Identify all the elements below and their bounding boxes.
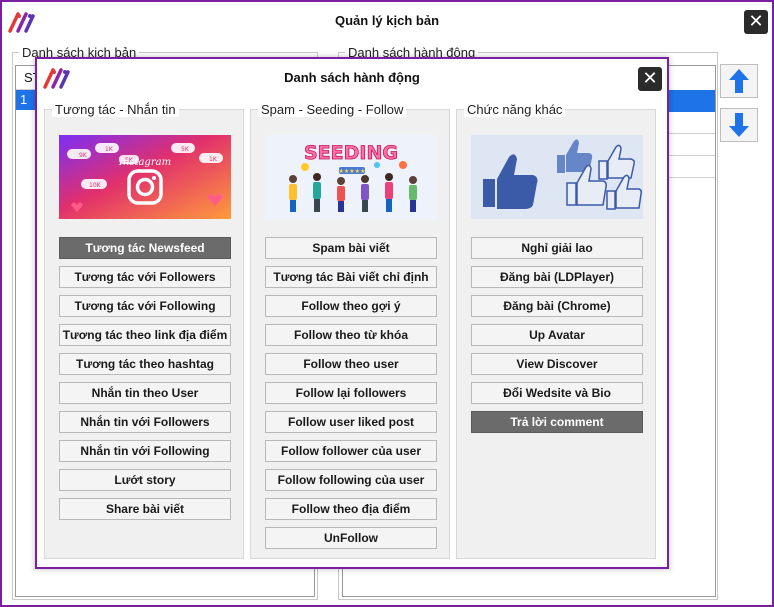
dialog-close-button[interactable]: ✕ xyxy=(638,67,662,91)
count-label: 1K xyxy=(209,156,218,163)
close-icon: ✕ xyxy=(642,68,658,89)
interact-specified-post-button[interactable]: Tương tác Bài viết chỉ định xyxy=(265,266,437,288)
unfollow-button[interactable]: UnFollow xyxy=(265,527,437,549)
followers-interaction-button[interactable]: Tương tác với Followers xyxy=(59,266,231,288)
view-discover-button[interactable]: View Discover xyxy=(471,353,643,375)
hashtag-interaction-button[interactable]: Tương tác theo hashtag xyxy=(59,353,231,375)
newsfeed-interaction-button[interactable]: Tương tác Newsfeed xyxy=(59,237,231,259)
post-ldplayer-button[interactable]: Đăng bài (LDPlayer) xyxy=(471,266,643,288)
following-interaction-button[interactable]: Tương tác với Following xyxy=(59,295,231,317)
follow-back-followers-button[interactable]: Follow lại followers xyxy=(265,382,437,404)
thumbs-up-banner-image xyxy=(471,135,643,219)
panel-interaction-messaging: Tương tác - Nhắn tin 9K 1K 5K 5K 1K 10K … xyxy=(44,102,244,559)
upload-avatar-button[interactable]: Up Avatar xyxy=(471,324,643,346)
panel-legend: Tương tác - Nhắn tin xyxy=(52,102,179,117)
move-down-button[interactable] xyxy=(720,108,758,142)
seeding-banner-image: SEEDING ★★★★★ xyxy=(265,135,437,219)
message-followers-button[interactable]: Nhắn tin với Followers xyxy=(59,411,231,433)
message-following-button[interactable]: Nhắn tin với Following xyxy=(59,440,231,462)
take-break-button[interactable]: Nghỉ giải lao xyxy=(471,237,643,259)
close-icon: ✕ xyxy=(748,11,764,32)
dialog-title: Danh sách hành động xyxy=(284,70,420,85)
count-label: 1K xyxy=(105,146,114,153)
panel-legend: Chức năng khác xyxy=(464,102,566,117)
count-label: 9K xyxy=(79,152,88,159)
post-chrome-button[interactable]: Đăng bài (Chrome) xyxy=(471,295,643,317)
follow-by-location-button[interactable]: Follow theo địa điểm xyxy=(265,498,437,520)
location-link-interaction-button[interactable]: Tương tác theo link địa điểm xyxy=(59,324,231,346)
panel-spam-seeding-follow: Spam - Seeding - Follow SEEDING ★★★★★ Sp… xyxy=(250,102,450,559)
svg-text:★★★★★: ★★★★★ xyxy=(339,168,366,175)
count-label: 10K xyxy=(89,182,102,189)
follow-user-followers-button[interactable]: Follow follower của user xyxy=(265,440,437,462)
reply-comment-button[interactable]: Trả lời comment xyxy=(471,411,643,433)
main-title-bar: Quản lý kịch bản ✕ xyxy=(2,2,772,42)
follow-by-suggestion-button[interactable]: Follow theo gợi ý xyxy=(265,295,437,317)
browse-story-button[interactable]: Lướt story xyxy=(59,469,231,491)
follow-user-following-button[interactable]: Follow following của user xyxy=(265,469,437,491)
message-by-user-button[interactable]: Nhắn tin theo User xyxy=(59,382,231,404)
arrow-down-icon xyxy=(729,113,749,137)
spam-post-button[interactable]: Spam bài viết xyxy=(265,237,437,259)
count-label: 5K xyxy=(181,146,190,153)
arrow-up-icon xyxy=(729,69,749,93)
panel-legend: Spam - Seeding - Follow xyxy=(258,102,407,117)
main-close-button[interactable]: ✕ xyxy=(744,10,768,34)
main-window-title: Quản lý kịch bản xyxy=(334,13,440,28)
action-list-dialog: Danh sách hành động ✕ Tương tác - Nhắn t… xyxy=(35,57,669,569)
move-up-button[interactable] xyxy=(720,64,758,98)
follow-user-liked-post-button[interactable]: Follow user liked post xyxy=(265,411,437,433)
share-post-button[interactable]: Share bài viết xyxy=(59,498,231,520)
instagram-label: Instagram xyxy=(118,157,171,168)
follow-by-keyword-button[interactable]: Follow theo từ khóa xyxy=(265,324,437,346)
follow-by-user-button[interactable]: Follow theo user xyxy=(265,353,437,375)
instagram-banner-image: 9K 1K 5K 5K 1K 10K Instagram xyxy=(59,135,231,219)
seeding-label: SEEDING xyxy=(304,142,398,164)
change-website-bio-button[interactable]: Đổi Wedsite và Bio xyxy=(471,382,643,404)
panel-other-functions: Chức năng khác Nghỉ giải lao Đăng bài (L… xyxy=(456,102,656,559)
